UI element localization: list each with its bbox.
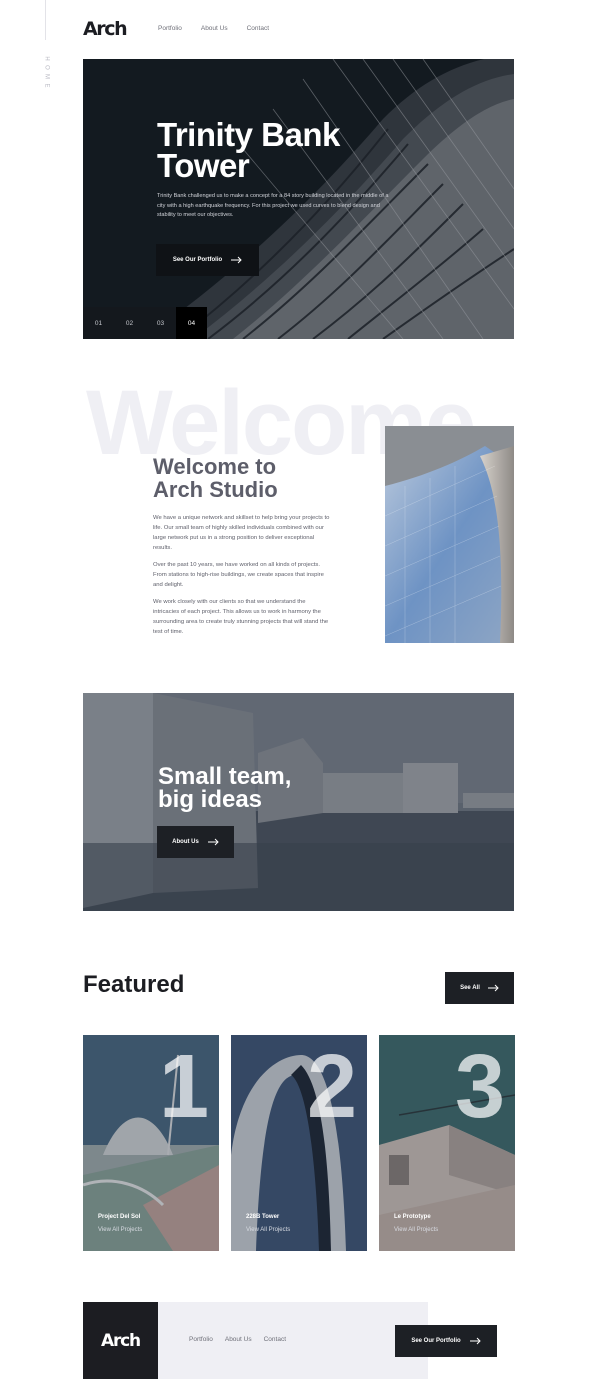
arrow-right-icon	[207, 838, 219, 846]
project-card-le-prototype[interactable]: 3 Le Prototype View All Projects	[379, 1035, 515, 1251]
main-nav: Portfolio About Us Contact	[158, 25, 269, 32]
team-title: Small team, big ideas	[158, 763, 292, 813]
slide-01-button[interactable]: 01	[83, 307, 114, 339]
small-team-section: Small team, big ideas About Us	[83, 693, 514, 911]
slide-pagination: 01 02 03 04	[83, 307, 207, 339]
footer-see-our-portfolio-button[interactable]: See Our Portfolio	[395, 1325, 497, 1357]
slide-04-button[interactable]: 04	[176, 307, 207, 339]
card-title: Project Del Sol	[98, 1214, 141, 1220]
project-card-del-sol[interactable]: 1 Project Del Sol View All Projects	[83, 1035, 219, 1251]
footer-nav-contact[interactable]: Contact	[264, 1336, 286, 1343]
logo[interactable]: Arch	[83, 18, 128, 40]
card-number: 2	[306, 1037, 357, 1137]
side-divider-line	[45, 0, 46, 40]
view-all-projects-link[interactable]: View All Projects	[246, 1227, 290, 1233]
see-our-portfolio-button[interactable]: See Our Portfolio	[156, 244, 259, 276]
welcome-body: We have a unique network and skillset to…	[153, 513, 333, 644]
arrow-right-icon	[469, 1337, 481, 1345]
slide-02-button[interactable]: 02	[114, 307, 145, 339]
footer-logo: Arch	[101, 1330, 141, 1351]
button-label: See All	[460, 985, 480, 991]
button-label: See Our Portfolio	[172, 257, 223, 263]
see-all-button[interactable]: See All	[445, 972, 514, 1004]
footer-nav-portfolio[interactable]: Portfolio	[189, 1336, 213, 1343]
hero-section: Trinity Bank Tower Trinity Bank challenge…	[83, 59, 514, 339]
nav-portfolio[interactable]: Portfolio	[158, 25, 182, 32]
slide-03-button[interactable]: 03	[145, 307, 176, 339]
view-all-projects-link[interactable]: View All Projects	[394, 1227, 438, 1233]
welcome-title: Welcome to Arch Studio	[153, 454, 278, 502]
welcome-paragraph: We work closely with our clients so that…	[153, 599, 329, 635]
featured-title: Featured	[83, 971, 185, 998]
project-card-228b-tower[interactable]: 2 228B Tower View All Projects	[231, 1035, 367, 1251]
button-label: See Our Portfolio	[411, 1338, 461, 1344]
card-title: 228B Tower	[246, 1214, 280, 1220]
card-number: 3	[454, 1037, 505, 1137]
hero-description: Trinity Bank challenged us to make a con…	[157, 193, 389, 218]
footer-logo-box[interactable]: Arch	[83, 1302, 158, 1379]
welcome-paragraph: We have a unique network and skillset to…	[153, 515, 330, 551]
side-home-label[interactable]: HOME	[41, 56, 51, 92]
welcome-paragraph: Over the past 10 years, we have worked o…	[153, 562, 324, 588]
arrow-right-icon	[231, 256, 242, 264]
nav-about-us[interactable]: About Us	[201, 25, 228, 32]
footer-nav-about-us[interactable]: About Us	[225, 1336, 252, 1343]
view-all-projects-link[interactable]: View All Projects	[98, 1227, 142, 1233]
about-us-button[interactable]: About Us	[157, 826, 234, 858]
card-title: Le Prototype	[394, 1214, 431, 1220]
welcome-building-image	[385, 426, 514, 643]
arrow-right-icon	[487, 984, 499, 992]
button-label: About Us	[172, 839, 199, 845]
card-number: 1	[158, 1037, 209, 1137]
hero-title: Trinity Bank Tower	[157, 116, 340, 184]
footer-nav: Portfolio About Us Contact	[189, 1336, 286, 1343]
nav-contact[interactable]: Contact	[247, 25, 269, 32]
